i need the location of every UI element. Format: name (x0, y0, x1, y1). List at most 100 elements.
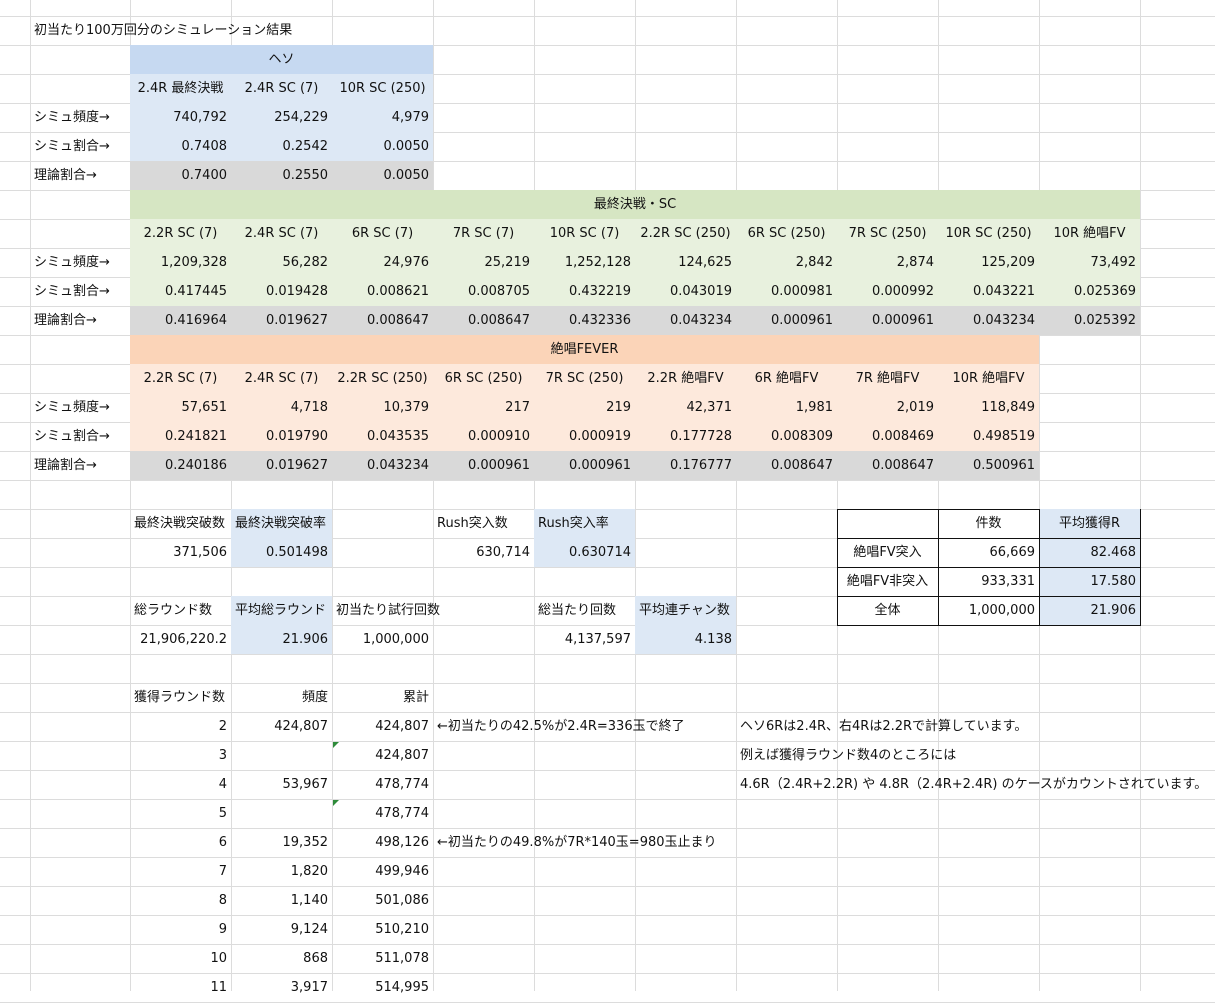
final-column-header[interactable]: 6R SC (7) (332, 219, 433, 248)
heso-section-title[interactable]: ヘソ (130, 45, 433, 74)
final-freq-cell[interactable]: 2,842 (736, 248, 837, 277)
fever-ratio-cell[interactable]: 0.241821 (130, 422, 231, 451)
dist-cell[interactable]: 9,124 (231, 915, 332, 944)
row-label-ratio[interactable]: シミュ割合→ (30, 422, 130, 451)
final-column-header[interactable]: 10R SC (7) (534, 219, 635, 248)
final-ratio-cell[interactable]: 0.008705 (433, 277, 534, 306)
breakthrough-label[interactable]: 最終決戦突破数 (130, 509, 231, 538)
dist-cell[interactable]: 868 (231, 944, 332, 973)
total-rounds-value[interactable]: 21,906,220.2 (130, 625, 231, 654)
final-freq-cell[interactable]: 73,492 (1039, 248, 1140, 277)
rush-value[interactable]: 630,714 (433, 538, 534, 567)
fever-freq-cell[interactable]: 57,651 (130, 393, 231, 422)
dist-cell[interactable]: 499,946 (332, 857, 433, 886)
fever-column-header[interactable]: 2.4R SC (7) (231, 364, 332, 393)
fever-freq-cell[interactable]: 219 (534, 393, 635, 422)
heso-column-header[interactable]: 2.4R SC (7) (231, 74, 332, 103)
final-ratio-cell[interactable]: 0.043019 (635, 277, 736, 306)
breakthrough-rate-label[interactable]: 最終決戦突破率 (231, 509, 332, 538)
final-theory-cell[interactable]: 0.432336 (534, 306, 635, 335)
final-freq-cell[interactable]: 56,282 (231, 248, 332, 277)
fever-freq-cell[interactable]: 10,379 (332, 393, 433, 422)
sheet-title[interactable]: 初当たり100万回分のシミュレーション結果 (30, 16, 433, 45)
final-theory-cell[interactable]: 0.416964 (130, 306, 231, 335)
dist-cell[interactable] (231, 799, 332, 828)
heso-freq-cell[interactable]: 254,229 (231, 103, 332, 132)
dist-note[interactable]: ←初当たりの42.5%が2.4R=336玉で終了 (433, 712, 736, 741)
fv-table-cell[interactable]: 17.580 (1039, 567, 1140, 596)
final-column-header[interactable]: 6R SC (250) (736, 219, 837, 248)
avg-rounds-value[interactable]: 21.906 (231, 625, 332, 654)
fever-ratio-cell[interactable]: 0.498519 (938, 422, 1039, 451)
fv-table-cell[interactable]: 82.468 (1039, 538, 1140, 567)
fever-ratio-cell[interactable]: 0.000919 (534, 422, 635, 451)
fever-theory-cell[interactable]: 0.000961 (534, 451, 635, 480)
heso-column-header[interactable]: 10R SC (250) (332, 74, 433, 103)
fever-column-header[interactable]: 2.2R SC (250) (332, 364, 433, 393)
dist-header[interactable]: 獲得ラウンド数 (130, 683, 231, 712)
final-ratio-cell[interactable]: 0.043221 (938, 277, 1039, 306)
final-column-header[interactable]: 7R SC (7) (433, 219, 534, 248)
final-theory-cell[interactable]: 0.008647 (433, 306, 534, 335)
fever-theory-cell[interactable]: 0.176777 (635, 451, 736, 480)
dist-cell[interactable]: 510,210 (332, 915, 433, 944)
dist-cell[interactable]: 478,774 (332, 799, 433, 828)
dist-cell[interactable]: 8 (130, 886, 231, 915)
final-ratio-cell[interactable]: 0.000992 (837, 277, 938, 306)
rush-label[interactable]: Rush突入数 (433, 509, 534, 538)
fever-column-header[interactable]: 2.2R SC (7) (130, 364, 231, 393)
row-label-theory[interactable]: 理論割合→ (30, 306, 130, 335)
avg-chain-label[interactable]: 平均連チャン数 (635, 596, 736, 625)
final-column-header[interactable]: 7R SC (250) (837, 219, 938, 248)
final-freq-cell[interactable]: 24,976 (332, 248, 433, 277)
final-theory-cell[interactable]: 0.043234 (635, 306, 736, 335)
dist-cell[interactable]: 11 (130, 973, 231, 1002)
fever-column-header[interactable]: 6R 絶唱FV (736, 364, 837, 393)
spreadsheet-grid[interactable]: 初当たり100万回分のシミュレーション結果 ヘソ 2.4R 最終決戦 2.4R SC … (0, 0, 1215, 1003)
final-ratio-cell[interactable]: 0.000981 (736, 277, 837, 306)
final-ratio-cell[interactable]: 0.008621 (332, 277, 433, 306)
fever-ratio-cell[interactable]: 0.008469 (837, 422, 938, 451)
row-label-theory[interactable]: 理論割合→ (30, 161, 130, 190)
final-column-header[interactable]: 10R SC (250) (938, 219, 1039, 248)
dist-cell[interactable]: 498,126 (332, 828, 433, 857)
final-column-header[interactable]: 10R 絶唱FV (1039, 219, 1140, 248)
final-theory-cell[interactable]: 0.025392 (1039, 306, 1140, 335)
final-column-header[interactable]: 2.2R SC (250) (635, 219, 736, 248)
dist-cell[interactable]: 511,078 (332, 944, 433, 973)
fever-ratio-cell[interactable]: 0.008309 (736, 422, 837, 451)
fever-ratio-cell[interactable]: 0.000910 (433, 422, 534, 451)
fever-theory-cell[interactable]: 0.500961 (938, 451, 1039, 480)
dist-cell[interactable]: 5 (130, 799, 231, 828)
fever-theory-cell[interactable]: 0.019627 (231, 451, 332, 480)
dist-note[interactable]: ←初当たりの49.8%が7R*140玉=980玉止まり (433, 828, 736, 857)
fever-ratio-cell[interactable]: 0.177728 (635, 422, 736, 451)
fever-ratio-cell[interactable]: 0.019790 (231, 422, 332, 451)
fever-column-header[interactable]: 7R 絶唱FV (837, 364, 938, 393)
dist-cell[interactable]: 3,917 (231, 973, 332, 1002)
dist-cell[interactable]: 3 (130, 741, 231, 770)
fv-table-header[interactable]: 平均獲得R (1039, 509, 1140, 538)
fever-freq-cell[interactable]: 217 (433, 393, 534, 422)
dist-cell[interactable]: 53,967 (231, 770, 332, 799)
dist-cell[interactable]: 514,995 (332, 973, 433, 1002)
avg-chain-value[interactable]: 4.138 (635, 625, 736, 654)
dist-cell[interactable]: 6 (130, 828, 231, 857)
fv-table-cell[interactable]: 21.906 (1039, 596, 1140, 625)
fever-section-title[interactable]: 絶唱FEVER (130, 335, 1039, 364)
rush-rate-label[interactable]: Rush突入率 (534, 509, 635, 538)
row-label-ratio[interactable]: シミュ割合→ (30, 132, 130, 161)
fever-freq-cell[interactable]: 2,019 (837, 393, 938, 422)
avg-rounds-label[interactable]: 平均総ラウンド (231, 596, 332, 625)
explanation-note[interactable]: ヘソ6Rは2.4R、右4Rは2.2Rで計算しています。 (736, 712, 1215, 741)
heso-freq-cell[interactable]: 740,792 (130, 103, 231, 132)
dist-cell[interactable] (231, 741, 332, 770)
dist-cell[interactable]: 19,352 (231, 828, 332, 857)
dist-cell[interactable]: 1,140 (231, 886, 332, 915)
fever-freq-cell[interactable]: 4,718 (231, 393, 332, 422)
fv-table-cell[interactable]: 全体 (837, 596, 938, 625)
breakthrough-value[interactable]: 371,506 (130, 538, 231, 567)
explanation-note[interactable]: 4.6R（2.4R+2.2R) や 4.8R（2.4R+2.4R) のケースがカ… (736, 770, 1215, 799)
dist-cell[interactable]: 7 (130, 857, 231, 886)
dist-cell[interactable]: 501,086 (332, 886, 433, 915)
